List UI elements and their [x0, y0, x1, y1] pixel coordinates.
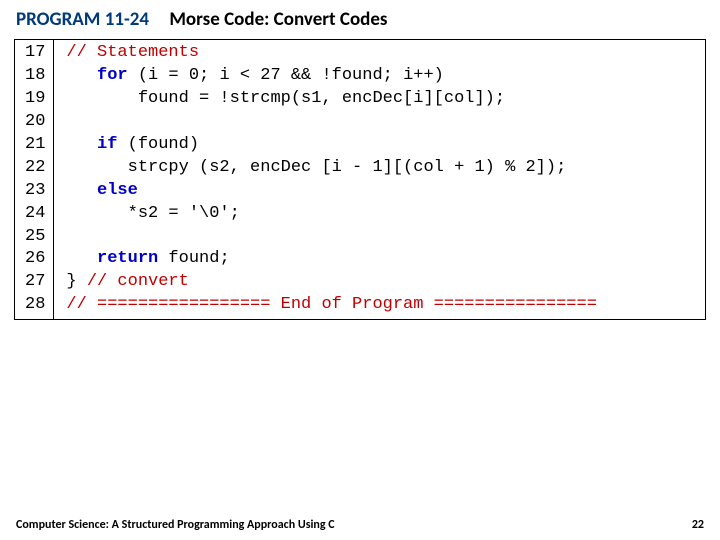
slide-footer: Computer Science: A Structured Programmi…: [16, 518, 704, 532]
code-token: return: [97, 249, 158, 268]
code-body: // Statements for (i = 0; i < 27 && !fou…: [54, 40, 705, 319]
code-line: [66, 226, 697, 249]
code-line: return found;: [66, 248, 697, 271]
code-line: } // convert: [66, 271, 697, 294]
code-token: (i = 0; i < 27 && !found; i++): [128, 66, 444, 85]
code-token: [66, 135, 97, 154]
code-token: *s2 = '\0';: [66, 204, 239, 223]
code-listing: 17 18 19 20 21 22 23 24 25 26 27 28 // S…: [14, 39, 706, 320]
code-line: if (found): [66, 134, 697, 157]
code-line: strcpy (s2, encDec [i - 1][(col + 1) % 2…: [66, 157, 697, 180]
code-token: [66, 249, 97, 268]
code-line: *s2 = '\0';: [66, 203, 697, 226]
code-line: else: [66, 180, 697, 203]
code-token: [66, 66, 97, 85]
code-token: // ================= End of Program ====…: [66, 295, 597, 314]
code-token: found = !strcmp(s1, encDec[i][col]);: [66, 89, 505, 108]
code-token: else: [97, 181, 138, 200]
code-token: (found): [117, 135, 199, 154]
code-token: strcpy (s2, encDec [i - 1][(col + 1) % 2…: [66, 158, 566, 177]
code-line: // ================= End of Program ====…: [66, 294, 697, 317]
code-line: [66, 111, 697, 134]
program-title: Morse Code: Convert Codes: [169, 8, 387, 31]
line-number-gutter: 17 18 19 20 21 22 23 24 25 26 27 28: [15, 40, 54, 319]
footer-page-number: 22: [692, 518, 704, 532]
code-line: // Statements: [66, 42, 697, 65]
footer-book-title: Computer Science: A Structured Programmi…: [16, 518, 335, 532]
code-token: for: [97, 66, 128, 85]
code-line: for (i = 0; i < 27 && !found; i++): [66, 65, 697, 88]
code-token: found;: [158, 249, 229, 268]
slide-header: PROGRAM 11-24 Morse Code: Convert Codes: [0, 0, 720, 37]
code-token: // convert: [87, 272, 189, 291]
code-token: [66, 181, 97, 200]
program-label: PROGRAM 11-24: [16, 8, 149, 31]
code-token: // Statements: [66, 43, 199, 62]
code-line: found = !strcmp(s1, encDec[i][col]);: [66, 88, 697, 111]
code-token: }: [66, 272, 86, 291]
code-token: if: [97, 135, 117, 154]
